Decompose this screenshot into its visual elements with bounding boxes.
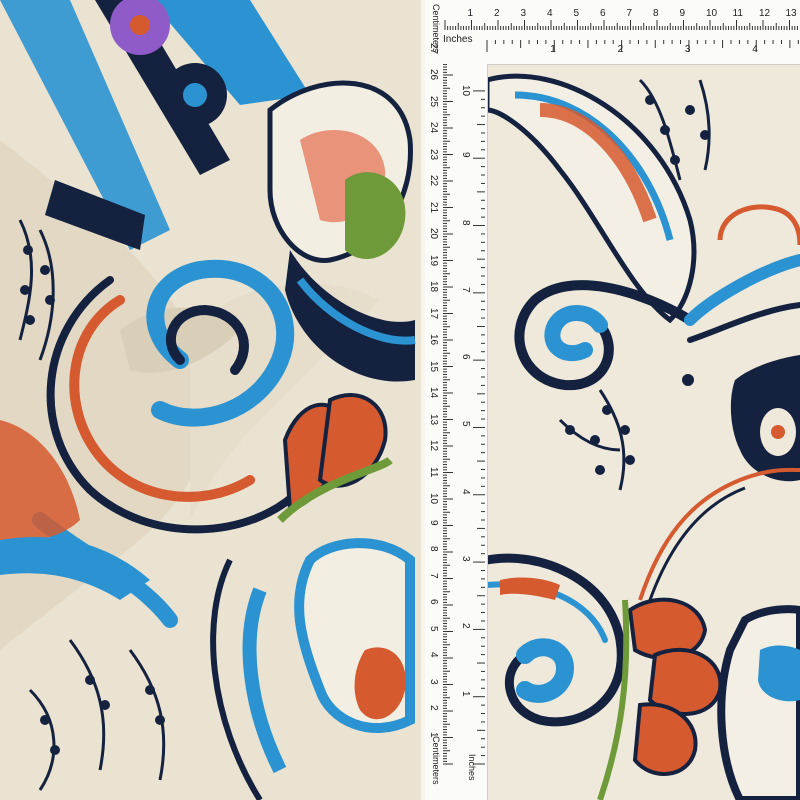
fabric-photo-stage: Centimeters Inches 1234567891011121314 1…: [0, 0, 800, 800]
left-ruler-cm-number: 10: [428, 493, 439, 505]
top-ruler-inch-number: 2: [617, 44, 624, 55]
top-ruler-cm-number: 7: [626, 8, 633, 19]
left-ruler-cm-number: 27: [428, 42, 439, 54]
left-ruler-cm-number: 24: [428, 122, 439, 134]
top-ruler-cm-number: 8: [653, 8, 659, 19]
left-ruler-cm-number: 15: [428, 360, 439, 372]
top-ruler-cm-number: 9: [679, 8, 686, 19]
left-ruler-cm-number: 4: [428, 652, 439, 658]
top-ruler-cm-number: 1: [467, 8, 474, 19]
top-ruler: Centimeters Inches 1234567891011121314 1…: [425, 0, 800, 65]
top-ruler-inch-number: 4: [752, 44, 758, 55]
left-ruler-inch-number: 3: [460, 556, 471, 562]
left-ruler-cm-number: 20: [428, 228, 439, 240]
left-ruler-cm-number: 9: [428, 519, 439, 526]
left-ruler-cm-number: 6: [428, 599, 439, 605]
left-ruler-cm-number: 17: [428, 307, 439, 319]
top-ruler-inches-label: Inches: [443, 34, 473, 45]
left-ruler-cm-number: 5: [428, 625, 439, 632]
top-ruler-cm-number: 6: [600, 8, 606, 19]
left-ruler-centimeters-label: Centimeters: [431, 736, 441, 785]
left-ruler-cm-number: 7: [428, 572, 439, 579]
left-ruler-cm-number: 19: [428, 254, 439, 266]
top-ruler-cm-number: 3: [520, 8, 527, 19]
left-ruler-inch-number: 9: [460, 152, 471, 158]
top-ruler-inch-number: 3: [684, 44, 691, 55]
left-ruler-inch-number: 10: [460, 84, 471, 97]
left-ruler-cm-number: 21: [428, 201, 439, 213]
fabric-pattern-photo: [0, 0, 800, 800]
top-ruler-cm-number: 4: [547, 8, 553, 19]
left-ruler-inch-number: 6: [460, 354, 471, 360]
left-ruler-cm-number: 16: [428, 334, 439, 346]
left-ruler-cm-number: 26: [428, 69, 439, 81]
left-ruler-cm-number: 8: [428, 546, 439, 552]
top-ruler-cm-number: 13: [785, 8, 797, 19]
left-ruler-cm-number: 14: [428, 387, 439, 399]
left-ruler-inch-number: 7: [460, 286, 471, 293]
left-ruler-inch-number: 1: [460, 690, 471, 697]
left-ruler-cm-number: 25: [428, 95, 439, 107]
left-ruler-inch-number: 4: [460, 488, 471, 495]
top-ruler-cm-number: 2: [494, 8, 500, 19]
left-ruler-cm-number: 3: [428, 678, 439, 685]
top-ruler-cm-number: 11: [732, 8, 743, 19]
top-ruler-cm-number: 10: [706, 8, 718, 19]
left-ruler-inch-number: 2: [460, 623, 471, 629]
top-ruler-ticks: [444, 20, 799, 52]
left-ruler-inches-label: Inches: [467, 754, 477, 781]
top-ruler-cm-number: 12: [759, 8, 771, 19]
top-ruler-inch-number: 1: [550, 44, 556, 55]
left-ruler-cm-number: 23: [428, 148, 439, 160]
left-ruler-cm-number: 2: [428, 705, 439, 711]
left-ruler-inch-number: 5: [460, 421, 471, 427]
left-ruler: Centimeters Inches 27 26 25 24 23 22 21 20 19 18 1…: [425, 43, 488, 800]
left-ruler-inch-number: 8: [460, 219, 471, 226]
draped-fabric-left: [0, 0, 421, 800]
left-ruler-cm-number: 1: [428, 731, 439, 738]
left-ruler-cm-number: 12: [428, 440, 439, 452]
top-ruler-cm-number: 5: [573, 8, 580, 19]
left-ruler-cm-number: 22: [428, 175, 439, 187]
left-ruler-cm-number: 18: [428, 281, 439, 293]
left-ruler-cm-number: 11: [428, 466, 439, 477]
left-ruler-cm-number: 13: [428, 413, 439, 425]
